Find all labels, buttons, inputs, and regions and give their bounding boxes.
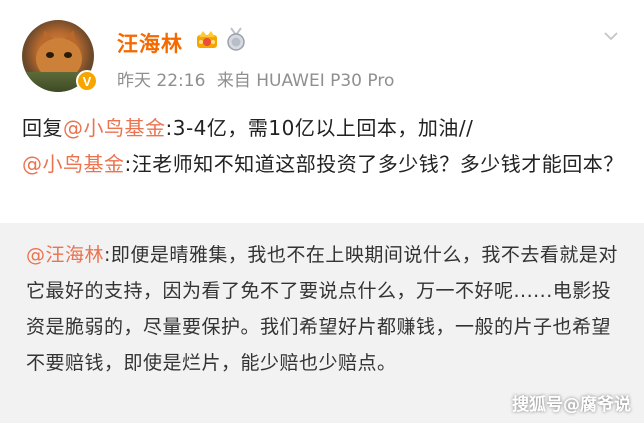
quoted-mention-link[interactable]: @汪海林	[26, 244, 104, 266]
mention-link[interactable]: @小鸟基金	[22, 152, 125, 176]
weibo-post: V 汪海林 昨天 22:16 来自 HUAWEI P30 Pro 回复@小鸟基金…	[0, 0, 644, 222]
reply-text-2: :汪老师知不知道这部投资了多少钱？多少钱才能回本？	[124, 152, 624, 176]
quoted-body: :即便是晴雅集，我也不在上映期间说什么，我不去看就是对它最好的支持，因为看了免不…	[26, 244, 618, 374]
quoted-text: @汪海林:即便是晴雅集，我也不在上映期间说什么，我不去看就是对它最好的支持，因为…	[26, 237, 618, 381]
post-time: 昨天 22:16	[117, 71, 206, 91]
reply-text-1: :3-4亿，需10亿以上回本，加油//	[165, 116, 474, 140]
mention-link[interactable]: @小鸟基金	[63, 116, 166, 140]
post-source: 来自 HUAWEI P30 Pro	[216, 71, 395, 91]
avatar-eye-left	[46, 52, 54, 58]
post-text: 回复@小鸟基金:3-4亿，需10亿以上回本，加油//@小鸟基金:汪老师知不知道这…	[22, 110, 626, 182]
reply-prefix: 回复	[22, 116, 63, 140]
verified-badge-icon: V	[76, 70, 98, 92]
username[interactable]: 汪海林	[117, 28, 183, 58]
watermark: 搜狐号@腐爷说	[512, 395, 631, 415]
chevron-down-icon[interactable]	[603, 28, 619, 44]
post-meta: 昨天 22:16 来自 HUAWEI P30 Pro	[117, 66, 400, 91]
medal-icon	[227, 27, 245, 51]
avatar-eye-right	[64, 52, 72, 58]
crown-icon	[197, 31, 217, 48]
